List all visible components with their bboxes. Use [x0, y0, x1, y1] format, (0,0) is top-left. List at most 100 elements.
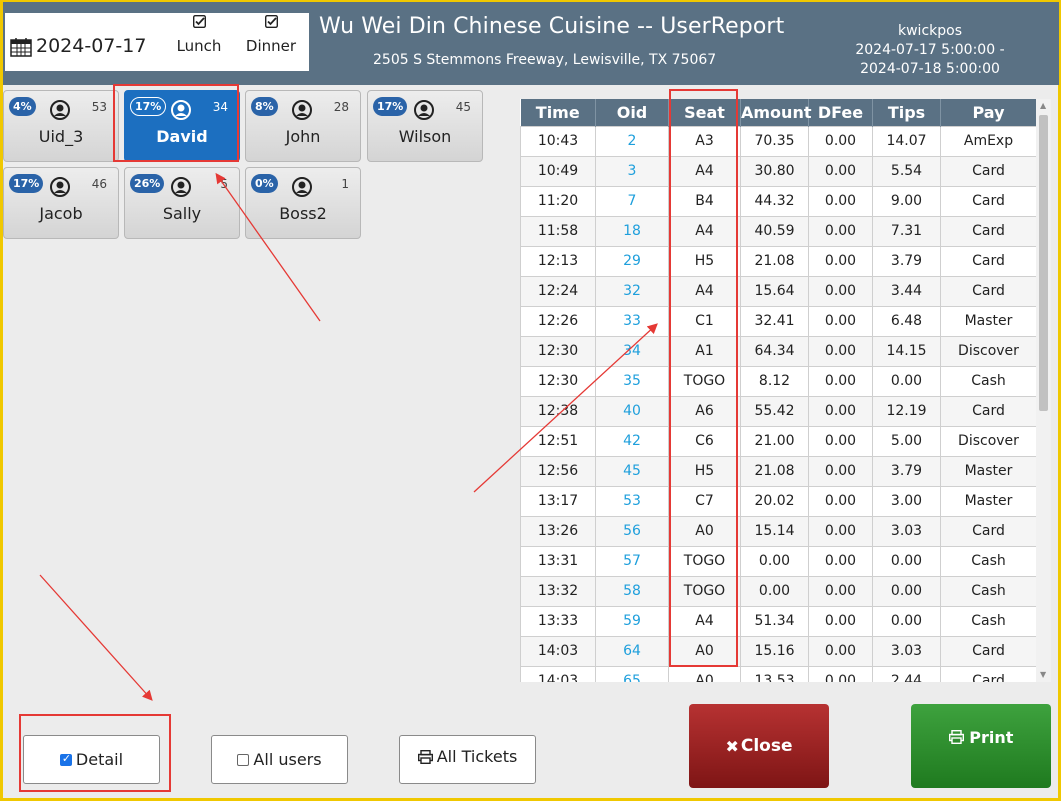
- cell-time: 12:51: [520, 425, 596, 457]
- all-users-checkbox[interactable]: [237, 753, 250, 766]
- table-row[interactable]: 10:43 2 A3 70.35 0.00 14.07 AmExp: [520, 125, 1036, 157]
- column-header-amount[interactable]: Amount: [740, 99, 811, 126]
- table-row[interactable]: 10:49 3 A4 30.80 0.00 5.54 Card: [520, 155, 1036, 187]
- column-header-oid[interactable]: Oid: [595, 99, 669, 126]
- report-header: 2024-07-17 Lunch Dinner Wu Wei Din Chine…: [3, 2, 1059, 85]
- table-row[interactable]: 13:26 56 A0 15.14 0.00 3.03 Card: [520, 515, 1036, 547]
- all-tickets-button[interactable]: All Tickets: [399, 735, 536, 784]
- orders-table-container[interactable]: Time Oid Seat Amount DFee Tips Pay 10:43 2 A3 70.…: [520, 99, 1036, 682]
- table-row[interactable]: 11:20 7 B4 44.32 0.00 9.00 Card: [520, 185, 1036, 217]
- cell-oid[interactable]: 53: [595, 485, 669, 517]
- table-row[interactable]: 13:17 53 C7 20.02 0.00 3.00 Master: [520, 485, 1036, 517]
- user-name: Wilson: [398, 127, 452, 146]
- column-header-dfee[interactable]: DFee: [808, 99, 873, 126]
- cell-oid[interactable]: 3: [595, 155, 669, 187]
- cell-time: 13:33: [520, 605, 596, 637]
- cell-pay: Discover: [940, 425, 1036, 457]
- cell-oid[interactable]: 57: [595, 545, 669, 577]
- checkbox-checked-icon[interactable]: [264, 15, 278, 28]
- cell-oid[interactable]: 59: [595, 605, 669, 637]
- cell-amount: 32.41: [740, 305, 809, 337]
- cell-dfee: 0.00: [808, 365, 873, 397]
- scroll-down-arrow-icon[interactable]: ▼: [1040, 670, 1046, 679]
- date-value[interactable]: 2024-07-17: [36, 35, 146, 57]
- close-button[interactable]: ✖ Close: [689, 704, 829, 788]
- cell-oid[interactable]: 42: [595, 425, 669, 457]
- cell-oid[interactable]: 40: [595, 395, 669, 427]
- cell-dfee: 0.00: [808, 395, 873, 427]
- table-row[interactable]: 13:31 57 TOGO 0.00 0.00 0.00 Cash: [520, 545, 1036, 577]
- cell-oid[interactable]: 56: [595, 515, 669, 547]
- user-avatar-icon: [171, 177, 191, 197]
- date-selector[interactable]: 2024-07-17 Lunch Dinner: [5, 13, 309, 71]
- user-button-john[interactable]: 8% 28 John: [245, 90, 361, 162]
- table-row[interactable]: 12:30 34 A1 64.34 0.00 14.15 Discover: [520, 335, 1036, 367]
- cell-tips: 14.15: [872, 335, 941, 367]
- cell-seat: A0: [668, 665, 741, 682]
- cell-tips: 3.03: [872, 635, 941, 667]
- user-button-jacob[interactable]: 17% 46 Jacob: [3, 167, 119, 239]
- table-row[interactable]: 12:30 35 TOGO 8.12 0.00 0.00 Cash: [520, 365, 1036, 397]
- cell-oid[interactable]: 29: [595, 245, 669, 277]
- table-row[interactable]: 13:32 58 TOGO 0.00 0.00 0.00 Cash: [520, 575, 1036, 607]
- table-row[interactable]: 12:13 29 H5 21.08 0.00 3.79 Card: [520, 245, 1036, 277]
- table-row[interactable]: 14:03 65 A0 13.53 0.00 2.44 Card: [520, 665, 1036, 682]
- scrollbar-thumb[interactable]: [1039, 115, 1048, 411]
- table-row[interactable]: 13:33 59 A4 51.34 0.00 0.00 Cash: [520, 605, 1036, 637]
- user-button-uid-3[interactable]: 4% 53 Uid_3: [3, 90, 119, 162]
- highlight-seat-column: [669, 89, 738, 667]
- user-avatar-icon: [50, 100, 70, 120]
- cell-dfee: 0.00: [808, 275, 873, 307]
- cell-amount: 64.34: [740, 335, 809, 367]
- cell-pay: AmExp: [940, 125, 1036, 157]
- cell-amount: 51.34: [740, 605, 809, 637]
- cell-oid[interactable]: 34: [595, 335, 669, 367]
- cell-time: 12:26: [520, 305, 596, 337]
- user-button-sally[interactable]: 26% 5 Sally: [124, 167, 240, 239]
- cell-amount: 40.59: [740, 215, 809, 247]
- table-scrollbar[interactable]: ▲ ▼: [1036, 99, 1051, 682]
- scroll-up-arrow-icon[interactable]: ▲: [1040, 101, 1046, 110]
- table-row[interactable]: 11:58 18 A4 40.59 0.00 7.31 Card: [520, 215, 1036, 247]
- table-row[interactable]: 12:56 45 H5 21.08 0.00 3.79 Master: [520, 455, 1036, 487]
- table-row[interactable]: 12:26 33 C1 32.41 0.00 6.48 Master: [520, 305, 1036, 337]
- shift-lunch-toggle[interactable]: Lunch: [173, 13, 225, 55]
- cell-oid[interactable]: 2: [595, 125, 669, 157]
- cell-oid[interactable]: 64: [595, 635, 669, 667]
- restaurant-address: 2505 S Stemmons Freeway, Lewisville, TX …: [373, 52, 717, 68]
- calendar-icon[interactable]: [10, 37, 32, 57]
- cell-oid[interactable]: 35: [595, 365, 669, 397]
- table-row[interactable]: 12:24 32 A4 15.64 0.00 3.44 Card: [520, 275, 1036, 307]
- cell-oid[interactable]: 65: [595, 665, 669, 682]
- checkbox-checked-icon[interactable]: [192, 15, 206, 28]
- cell-amount: 0.00: [740, 545, 809, 577]
- cell-amount: 15.14: [740, 515, 809, 547]
- cell-oid[interactable]: 45: [595, 455, 669, 487]
- table-row[interactable]: 14:03 64 A0 15.16 0.00 3.03 Card: [520, 635, 1036, 667]
- cell-pay: Cash: [940, 605, 1036, 637]
- user-button-wilson[interactable]: 17% 45 Wilson: [367, 90, 483, 162]
- column-header-tips[interactable]: Tips: [872, 99, 941, 126]
- cell-oid[interactable]: 7: [595, 185, 669, 217]
- cell-time: 13:31: [520, 545, 596, 577]
- cell-oid[interactable]: 18: [595, 215, 669, 247]
- shift-dinner-toggle[interactable]: Dinner: [240, 13, 302, 55]
- cell-oid[interactable]: 33: [595, 305, 669, 337]
- column-header-time[interactable]: Time: [520, 99, 596, 126]
- cell-amount: 0.00: [740, 575, 809, 607]
- cell-oid[interactable]: 58: [595, 575, 669, 607]
- table-row[interactable]: 12:51 42 C6 21.00 0.00 5.00 Discover: [520, 425, 1036, 457]
- user-avatar-icon: [50, 177, 70, 197]
- all-users-toggle-button[interactable]: All users: [211, 735, 348, 784]
- table-row[interactable]: 12:38 40 A6 55.42 0.00 12.19 Card: [520, 395, 1036, 427]
- cell-dfee: 0.00: [808, 125, 873, 157]
- print-button[interactable]: Print: [911, 704, 1051, 788]
- table-header-row: Time Oid Seat Amount DFee Tips Pay: [520, 99, 1036, 126]
- report-title: Wu Wei Din Chinese Cuisine -- UserReport: [319, 14, 785, 39]
- cell-oid[interactable]: 32: [595, 275, 669, 307]
- cell-time: 10:49: [520, 155, 596, 187]
- cell-pay: Cash: [940, 575, 1036, 607]
- user-percent-badge: 8%: [251, 97, 278, 116]
- column-header-pay[interactable]: Pay: [940, 99, 1036, 126]
- user-button-boss2[interactable]: 0% 1 Boss2: [245, 167, 361, 239]
